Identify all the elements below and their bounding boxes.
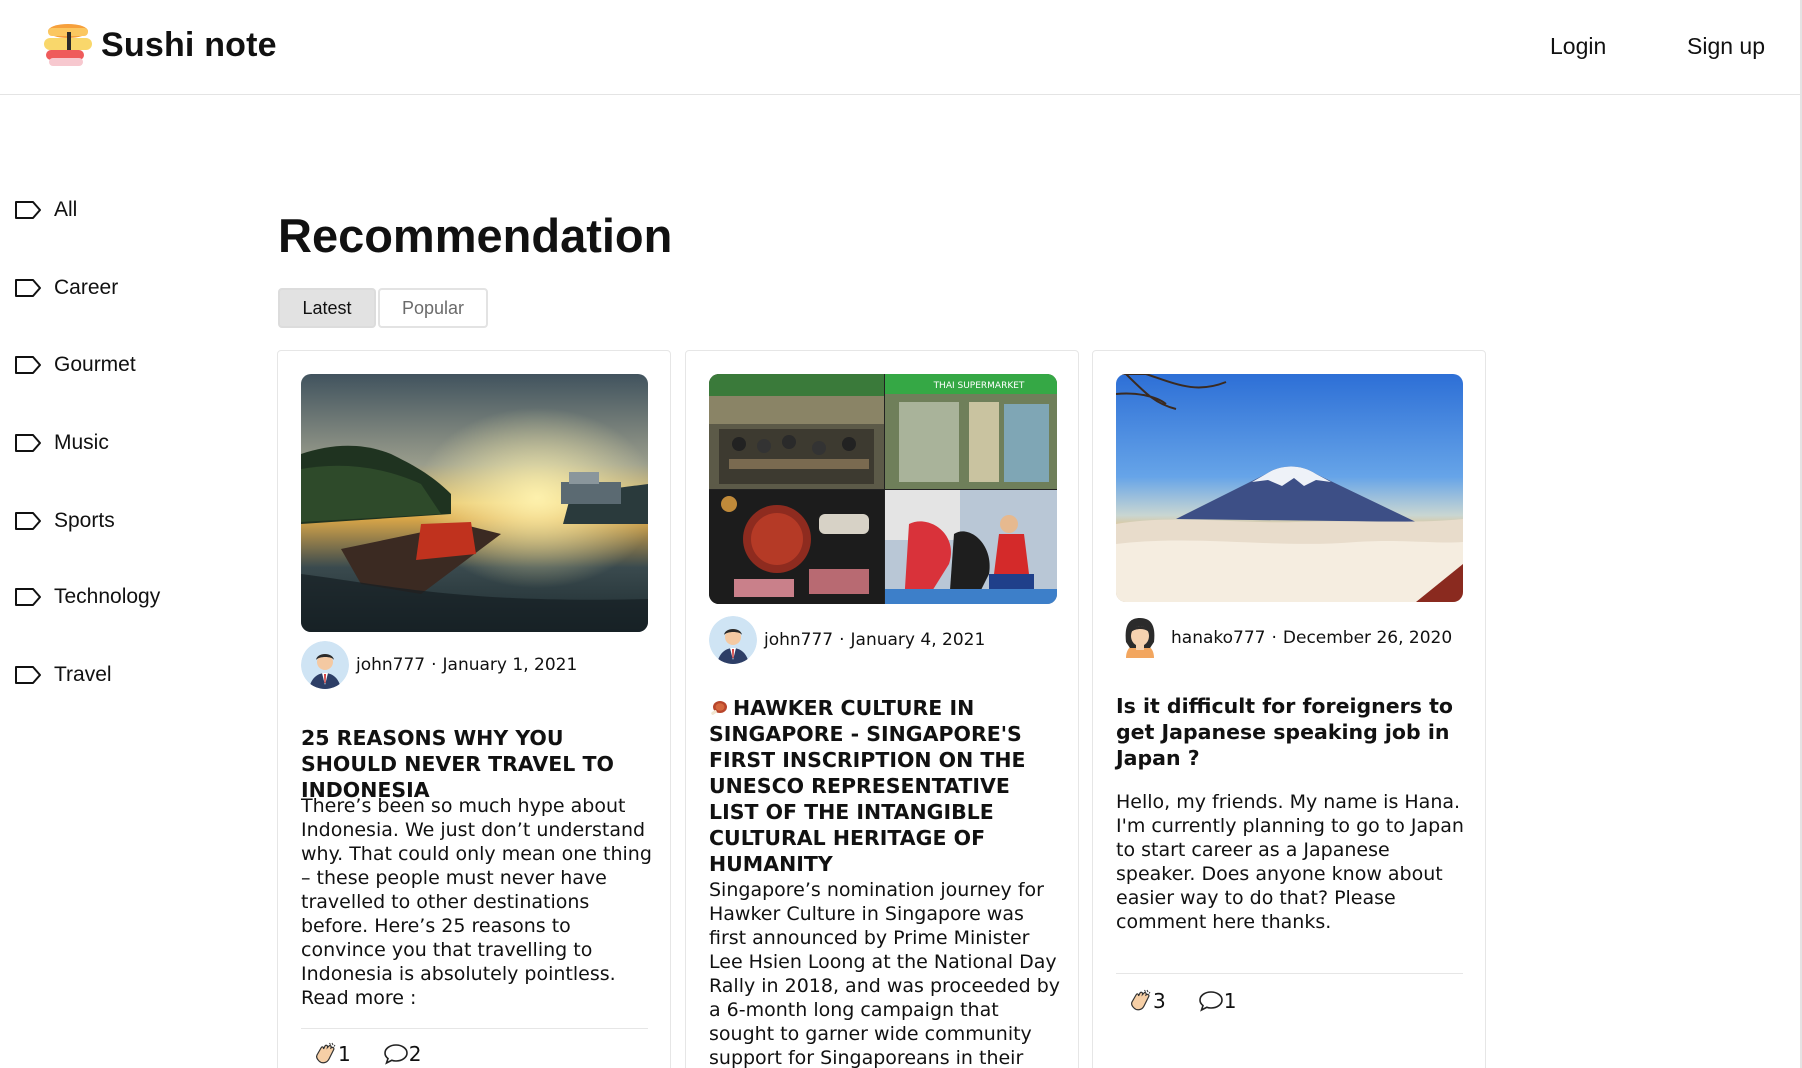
sort-tabs: Latest Popular bbox=[278, 288, 488, 328]
sidebar-item-label: Gourmet bbox=[54, 353, 136, 376]
sidebar-item-label: Travel bbox=[54, 663, 112, 686]
post-date: January 4, 2021 bbox=[850, 630, 986, 650]
tag-outline-icon bbox=[15, 512, 41, 530]
tag-outline-icon bbox=[15, 201, 41, 219]
author-name[interactable]: john777 bbox=[356, 655, 425, 675]
clap-icon bbox=[316, 1042, 336, 1064]
card-divider bbox=[301, 1028, 648, 1029]
article-excerpt: Singapore’s nomination journey for Hawke… bbox=[709, 879, 1061, 1068]
sushi-logo-icon[interactable] bbox=[40, 20, 96, 72]
article-meta: john777 · January 4, 2021 bbox=[709, 616, 985, 664]
clap-button[interactable]: 1 bbox=[312, 1041, 351, 1067]
article-thumbnail[interactable]: THAI SUPERMARKET bbox=[709, 374, 1057, 604]
clap-button[interactable]: 3 bbox=[1127, 988, 1166, 1014]
tag-outline-icon bbox=[15, 434, 41, 452]
meat-emoji-icon bbox=[711, 701, 727, 715]
article-meta: hanako777 · December 26, 2020 bbox=[1116, 614, 1452, 662]
sidebar-item-label: Music bbox=[54, 431, 109, 454]
sidebar-item-label: All bbox=[54, 198, 78, 221]
sidebar-item-all[interactable]: All bbox=[14, 190, 77, 230]
sidebar-item-gourmet[interactable]: Gourmet bbox=[14, 345, 136, 385]
page-title: Recommendation bbox=[278, 209, 673, 262]
article-excerpt: There’s been so much hype about Indonesi… bbox=[301, 795, 652, 1009]
tag-outline-icon bbox=[15, 356, 41, 374]
sidebar-item-label: Sports bbox=[54, 509, 115, 532]
post-date: December 26, 2020 bbox=[1282, 628, 1453, 648]
comment-bubble-icon bbox=[383, 1044, 408, 1065]
reactions-bar: 3 1 bbox=[1127, 988, 1268, 1014]
sidebar-item-music[interactable]: Music bbox=[14, 423, 109, 463]
article-title[interactable]: Is it difficult for foreigners to get Ja… bbox=[1116, 693, 1468, 771]
article-card[interactable]: THAI SUPERMARKET john777 · January 4, 20… bbox=[685, 350, 1079, 1068]
sidebar-item-label: Technology bbox=[54, 585, 161, 608]
sidebar-item-career[interactable]: Career bbox=[14, 268, 118, 308]
comment-bubble-icon bbox=[1198, 991, 1223, 1012]
author-name[interactable]: hanako777 bbox=[1171, 628, 1265, 648]
comment-count: 2 bbox=[408, 1042, 422, 1066]
sidebar-item-label: Career bbox=[54, 276, 119, 299]
image-sign-text: THAI SUPERMARKET bbox=[933, 381, 1025, 391]
avatar[interactable] bbox=[709, 616, 757, 664]
tag-outline-icon bbox=[15, 666, 41, 684]
article-thumbnail[interactable] bbox=[301, 374, 648, 632]
author-name[interactable]: john777 bbox=[764, 630, 833, 650]
sidebar-item-technology[interactable]: Technology bbox=[14, 577, 160, 617]
comment-button[interactable]: 1 bbox=[1198, 988, 1237, 1014]
tab-latest[interactable]: Latest bbox=[278, 288, 376, 328]
meta-separator: · bbox=[839, 630, 845, 650]
signup-link[interactable]: Sign up bbox=[1687, 33, 1765, 60]
brand-name[interactable]: Sushi note bbox=[101, 26, 277, 65]
avatar[interactable] bbox=[301, 641, 349, 689]
comment-button[interactable]: 2 bbox=[383, 1041, 422, 1067]
article-thumbnail[interactable] bbox=[1116, 374, 1463, 602]
article-title[interactable]: HAWKER CULTURE IN SINGAPORE - SINGAPORE'… bbox=[709, 695, 1061, 877]
clap-icon bbox=[1131, 989, 1151, 1011]
article-excerpt: Hello, my friends. My name is Hana. I'm … bbox=[1116, 791, 1464, 933]
article-title[interactable]: 25 REASONS WHY YOU SHOULD NEVER TRAVEL T… bbox=[301, 725, 653, 803]
tag-outline-icon bbox=[15, 588, 41, 606]
clap-count: 1 bbox=[338, 1042, 351, 1066]
post-date: January 1, 2021 bbox=[442, 655, 578, 675]
sidebar-item-sports[interactable]: Sports bbox=[14, 501, 115, 541]
comment-count: 1 bbox=[1223, 989, 1237, 1013]
tag-outline-icon bbox=[15, 279, 41, 297]
login-link[interactable]: Login bbox=[1550, 33, 1606, 60]
meta-separator: · bbox=[431, 655, 437, 675]
clap-count: 3 bbox=[1153, 989, 1166, 1013]
meta-separator: · bbox=[1271, 628, 1277, 648]
article-card[interactable]: hanako777 · December 26, 2020 Is it diffic… bbox=[1092, 350, 1486, 1068]
article-title-text: HAWKER CULTURE IN SINGAPORE - SINGAPORE'… bbox=[709, 696, 1026, 876]
avatar[interactable] bbox=[1116, 614, 1164, 662]
card-divider bbox=[1116, 973, 1463, 974]
reactions-bar: 1 2 bbox=[312, 1041, 453, 1067]
sidebar-item-travel[interactable]: Travel bbox=[14, 655, 112, 695]
article-card[interactable]: john777 · January 1, 2021 25 REASONS WHY Y… bbox=[277, 350, 671, 1068]
tab-popular[interactable]: Popular bbox=[378, 288, 488, 328]
article-meta: john777 · January 1, 2021 bbox=[301, 641, 577, 689]
top-header: Sushi note Login Sign up bbox=[0, 0, 1802, 95]
